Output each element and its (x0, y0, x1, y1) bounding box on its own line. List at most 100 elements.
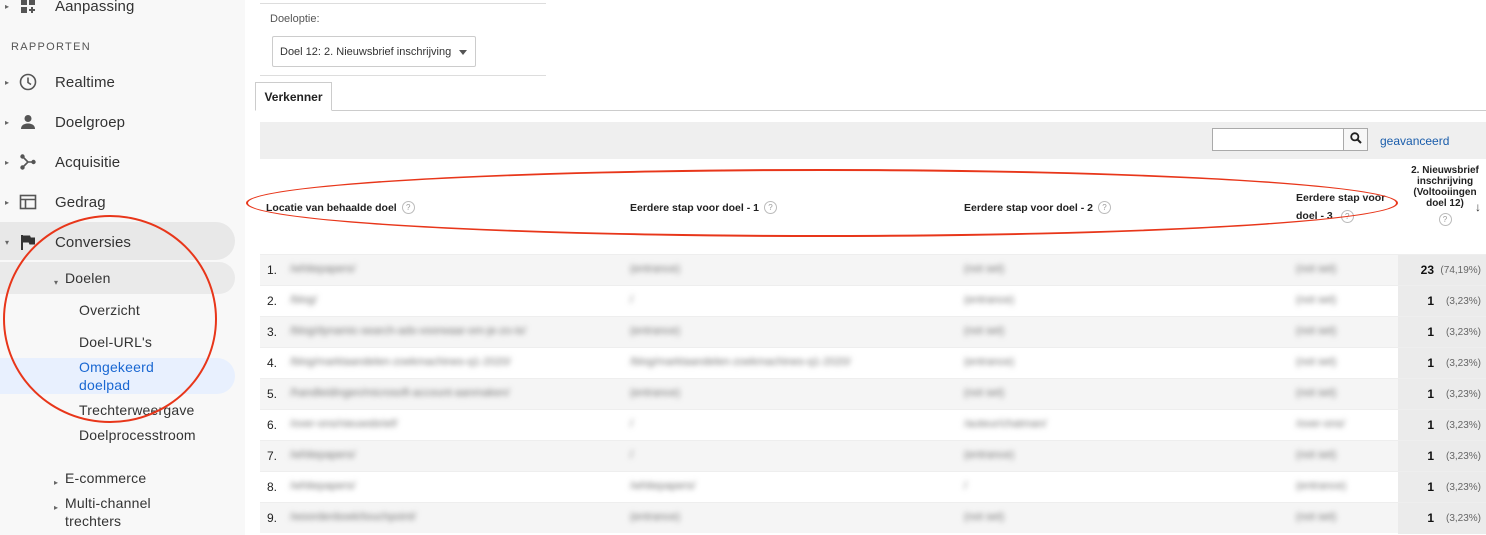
sidebar-item-doel-urls[interactable]: Doel-URL's (79, 333, 209, 351)
column-header-label: Eerdere stap voor doel - 2 (964, 201, 1093, 214)
help-icon[interactable]: ? (763, 201, 777, 214)
row-number: 7. (267, 449, 278, 463)
metric-cell: 1 (3,23%) (1398, 348, 1486, 379)
cell-step-2: (not set) (964, 511, 1005, 523)
sidebar-item-overzicht[interactable]: Overzicht (79, 301, 209, 319)
metric-value: 1 (1427, 387, 1434, 401)
sidebar-item-realtime[interactable]: ▸ Realtime (0, 67, 115, 97)
help-icon[interactable]: ? (1097, 201, 1111, 214)
sidebar-item-ecommerce[interactable]: ▸ E-commerce (50, 469, 185, 492)
section-title-rapporten: RAPPORTEN (11, 41, 91, 53)
search-icon (1349, 131, 1362, 149)
advanced-link[interactable]: geavanceerd (1380, 134, 1449, 148)
row-number: 3. (267, 325, 278, 339)
sidebar-item-conversies[interactable]: ▾ Conversies (0, 227, 131, 257)
cell-step-2: (entrance) (964, 294, 1015, 306)
row-number: 9. (267, 511, 278, 525)
goal-option-select[interactable]: Doel 12: 2. Nieuwsbrief inschrijving (272, 36, 476, 67)
cell-step-2: (not set) (964, 325, 1005, 337)
metric-percent: (3,23%) (1445, 420, 1481, 431)
search-input[interactable] (1212, 128, 1344, 151)
help-icon[interactable]: ? (401, 201, 415, 214)
cell-step-3: (not set) (1296, 263, 1337, 275)
column-header-label: Eerdere stap voor doel - 1 (630, 201, 759, 214)
column-header[interactable]: Eerdere stap voor doel - 1 ? (630, 201, 777, 214)
metric-column-header[interactable]: 2. Nieuwsbrief inschrijving (Voltooiinge… (1405, 165, 1485, 226)
cell-step-1: / (630, 449, 634, 461)
metric-cell: 1 (3,23%) (1398, 503, 1486, 534)
cell-step-3: /over-ons/ (1296, 418, 1345, 430)
goal-option-panel: Doeloptie: Doel 12: 2. Nieuwsbrief insch… (260, 3, 546, 76)
sidebar-item-acquisitie[interactable]: ▸ Acquisitie (0, 147, 120, 177)
caret-down-icon: ▾ (53, 278, 58, 287)
cell-step-2: /auteur/chatman/ (964, 418, 1047, 430)
sidebar-item-doelprocesstroom[interactable]: Doelprocesstroom (79, 426, 199, 444)
metric-percent: (3,23%) (1445, 358, 1481, 369)
cell-step-2: (not set) (964, 263, 1005, 275)
sidebar-item-aanpassing[interactable]: ▸ Aanpassing (0, 0, 134, 21)
table-row[interactable]: 3. /blog/dynamic-search-ads-voorwaar-om-… (260, 316, 1486, 348)
sidebar-item-gedrag[interactable]: ▸ Gedrag (0, 187, 106, 217)
table-row[interactable]: 9. /woordenboek/touchpoint/ (entrance) (… (260, 502, 1486, 534)
metric-percent: (3,23%) (1445, 327, 1481, 338)
cell-step-1: / (630, 294, 634, 306)
sidebar-item-label: Gedrag (55, 193, 106, 211)
sidebar-item-multichannel[interactable]: ▸ Multi-channel trechters (50, 494, 175, 530)
sidebar-item-label: Aanpassing (55, 0, 135, 15)
caret-right-icon: ▸ (4, 77, 9, 87)
table-row[interactable]: 8. /whitepapers/ /whitepapers/ / (entran… (260, 471, 1486, 503)
row-number: 4. (267, 356, 278, 370)
table-body: 1. /whitepapers/ (entrance) (not set) (n… (260, 254, 1486, 534)
cell-step-3: (not set) (1296, 449, 1337, 461)
sidebar-item-doelen[interactable]: ▾ Doelen (50, 269, 185, 292)
metric-cell: 23 (74,19%) (1398, 255, 1486, 286)
caret-right-icon: ▸ (4, 197, 9, 207)
cell-step-1: / (630, 418, 634, 430)
metric-value: 1 (1427, 480, 1434, 494)
metric-cell: 1 (3,23%) (1398, 317, 1486, 348)
table-toolbar: geavanceerd (260, 122, 1486, 159)
sidebar-item-doelgroep[interactable]: ▸ Doelgroep (0, 107, 125, 137)
cell-location: /blog/dynamic-search-ads-voorwaar-om-je-… (290, 325, 526, 337)
goal-option-label: Doeloptie: (270, 13, 320, 25)
main-content: Doeloptie: Doel 12: 2. Nieuwsbrief insch… (245, 0, 1486, 535)
cell-step-3: (not set) (1296, 356, 1337, 368)
help-icon[interactable]: ? (1340, 210, 1354, 223)
metric-percent: (74,19%) (1440, 265, 1481, 276)
caret-right-icon: ▸ (4, 1, 9, 11)
column-header[interactable]: Locatie van behaalde doel ? (266, 201, 415, 214)
tab-bar-line (260, 110, 1486, 111)
tab-verkenner[interactable]: Verkenner (255, 82, 332, 111)
metric-cell: 1 (3,23%) (1398, 286, 1486, 317)
row-number: 2. (267, 294, 278, 308)
column-header[interactable]: Eerdere stap voor doel - 2 ? (964, 201, 1111, 214)
metric-cell: 1 (3,23%) (1398, 441, 1486, 472)
cell-step-3: (not set) (1296, 325, 1337, 337)
table-row[interactable]: 5. /handleidingen/microsoft-account-aanm… (260, 378, 1486, 410)
metric-cell: 1 (3,23%) (1398, 472, 1486, 503)
cell-step-3: (entrance) (1296, 480, 1347, 492)
cell-step-1: (entrance) (630, 511, 681, 523)
cell-location: /whitepapers/ (290, 449, 356, 461)
table-row[interactable]: 6. /over-ons/nieuwsbrief/ / /auteur/chat… (260, 409, 1486, 441)
help-icon[interactable]: ? (1438, 213, 1452, 226)
column-header[interactable]: Eerdere stap voor doel - 3 ? (1296, 189, 1391, 225)
metric-value: 23 (1420, 263, 1434, 277)
cell-location: /blog/ (290, 294, 317, 306)
metric-value: 1 (1427, 356, 1434, 370)
dropdown-arrow-icon (459, 50, 467, 55)
metric-cell: 1 (3,23%) (1398, 410, 1486, 441)
table-row[interactable]: 4. /blog/marktaandelen-zoekmachines-q1-2… (260, 347, 1486, 379)
table-row[interactable]: 1. /whitepapers/ (entrance) (not set) (n… (260, 254, 1486, 286)
search-button[interactable] (1343, 128, 1368, 151)
metric-cell: 1 (3,23%) (1398, 379, 1486, 410)
sidebar-item-trechterweergave[interactable]: Trechterweergave (79, 401, 209, 419)
clock-icon (18, 72, 38, 92)
table-row[interactable]: 2. /blog/ / (entrance) (not set) 1 (3,23… (260, 285, 1486, 317)
sort-descending-icon[interactable]: ↓ (1475, 200, 1481, 214)
sidebar-item-omgekeerd-doelpad[interactable]: Omgekeerd doelpad (79, 358, 169, 394)
metric-value: 1 (1427, 294, 1434, 308)
cell-step-2: (entrance) (964, 356, 1015, 368)
table-row[interactable]: 7. /whitepapers/ / (entrance) (not set) … (260, 440, 1486, 472)
sidebar-item-label: Realtime (55, 73, 115, 91)
